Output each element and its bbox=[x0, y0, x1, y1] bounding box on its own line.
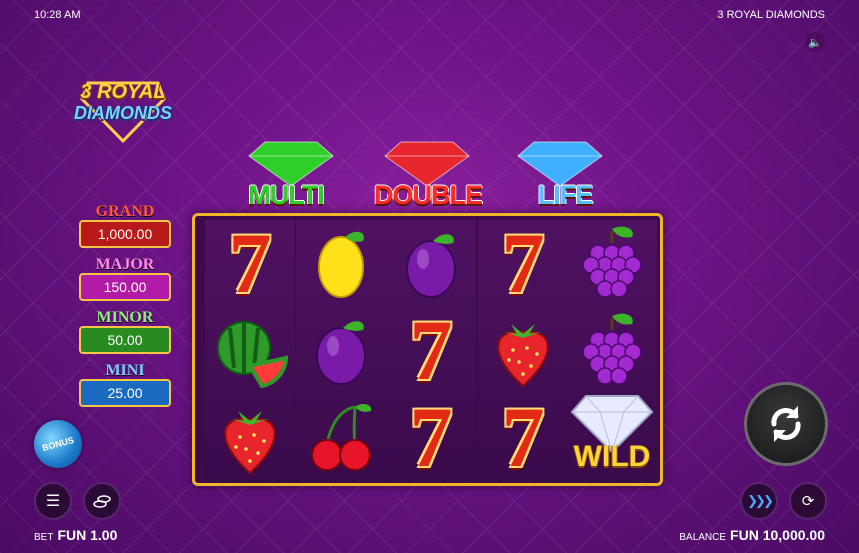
lemon-symbol bbox=[296, 220, 386, 306]
plum-icon bbox=[406, 234, 456, 298]
jackpot-label: MAJOR bbox=[95, 256, 155, 273]
jackpot-value: 50.00 bbox=[79, 326, 171, 354]
lemon-icon bbox=[318, 231, 364, 298]
balance-label: BALANCE bbox=[679, 532, 727, 543]
status-bar: 10:28 AM 3 ROYAL DIAMONDS bbox=[34, 9, 825, 21]
bet-display: BET FUN 1.00 bbox=[34, 527, 117, 543]
seven-icon: 7 bbox=[501, 215, 545, 311]
plum-symbol bbox=[296, 307, 386, 393]
coins-icon bbox=[93, 495, 111, 508]
turbo-button[interactable]: ❯❯❯ bbox=[740, 482, 778, 520]
jackpot-label: GRAND bbox=[95, 203, 155, 220]
gem-label-multi: MULTI bbox=[248, 180, 324, 210]
game-title: 3 ROYAL DIAMONDS bbox=[717, 9, 825, 21]
jackpot-value: 150.00 bbox=[79, 273, 171, 301]
strawberry-icon bbox=[497, 324, 549, 388]
grapes-symbol bbox=[567, 220, 657, 306]
logo-line-1: 3 ROYAL bbox=[80, 81, 166, 103]
jackpot-mini: MINI 25.00 bbox=[79, 362, 171, 407]
seven-icon: 7 bbox=[501, 389, 545, 485]
grapes-icon bbox=[582, 313, 642, 385]
bet-coins-button[interactable] bbox=[83, 482, 121, 520]
seven-symbol: 7 bbox=[478, 220, 568, 306]
speaker-icon: 🔈 bbox=[808, 36, 822, 49]
seven-icon: 7 bbox=[409, 302, 453, 398]
spin-icon bbox=[771, 406, 801, 442]
jackpot-grand: GRAND 1,000.00 bbox=[79, 203, 171, 248]
plum-icon bbox=[316, 321, 366, 385]
reel-1: 7 bbox=[205, 220, 295, 482]
watermelon-symbol bbox=[205, 307, 295, 393]
balance-display: BALANCE FUN 10,000.00 bbox=[679, 527, 825, 543]
logo-line-2: DIAMONDS bbox=[74, 103, 172, 123]
seven-symbol: 7 bbox=[386, 394, 476, 480]
seven-symbol: 7 bbox=[386, 307, 476, 393]
bonus-label: BONUS bbox=[40, 434, 75, 454]
gem-label-double: DOUBLE bbox=[374, 180, 483, 210]
watermelon-icon bbox=[217, 321, 289, 389]
wild-label: WILD bbox=[573, 440, 651, 473]
wild-symbol: WILD bbox=[567, 394, 657, 480]
menu-icon: ☰ bbox=[45, 493, 61, 510]
seven-symbol: 7 bbox=[205, 220, 295, 306]
cherries-icon bbox=[311, 404, 372, 471]
grapes-symbol bbox=[567, 307, 657, 393]
balance-value: FUN 10,000.00 bbox=[730, 527, 825, 543]
reel-5: WILD bbox=[567, 220, 657, 482]
spin-button[interactable] bbox=[744, 382, 828, 466]
jackpot-major: MAJOR 150.00 bbox=[79, 256, 171, 301]
jackpot-label: MINI bbox=[105, 362, 145, 379]
strawberry-symbol bbox=[478, 307, 568, 393]
menu-button[interactable]: ☰ bbox=[34, 482, 72, 520]
strawberry-symbol bbox=[205, 394, 295, 480]
autoplay-icon: ⟳ bbox=[801, 493, 815, 510]
autoplay-button[interactable]: ⟳ bbox=[789, 482, 827, 520]
game-logo: 3 ROYAL DIAMONDS bbox=[62, 75, 184, 147]
grapes-icon bbox=[582, 226, 642, 298]
reel-4: 77 bbox=[478, 220, 568, 482]
jackpot-value: 25.00 bbox=[79, 379, 171, 407]
fast-forward-icon: ❯❯❯ bbox=[747, 493, 774, 508]
gem-label-life: LIFE bbox=[537, 180, 594, 210]
seven-symbol: 7 bbox=[478, 394, 568, 480]
strawberry-icon bbox=[224, 411, 276, 475]
jackpot-label: MINOR bbox=[96, 309, 154, 326]
reel-grid: 7 7 7 7 7 WILD bbox=[192, 213, 663, 486]
seven-icon: 7 bbox=[228, 215, 272, 311]
seven-icon: 7 bbox=[409, 389, 453, 485]
reel-3: 77 bbox=[386, 220, 476, 482]
jackpot-value: 1,000.00 bbox=[79, 220, 171, 248]
reel-2 bbox=[296, 220, 386, 482]
plum-symbol bbox=[386, 220, 476, 306]
sound-button[interactable]: 🔈 bbox=[805, 32, 825, 52]
clock: 10:28 AM bbox=[34, 9, 81, 21]
bet-label: BET bbox=[34, 532, 54, 543]
bet-value: FUN 1.00 bbox=[57, 527, 118, 543]
jackpot-minor: MINOR 50.00 bbox=[79, 309, 171, 354]
cherries-symbol bbox=[296, 394, 386, 480]
